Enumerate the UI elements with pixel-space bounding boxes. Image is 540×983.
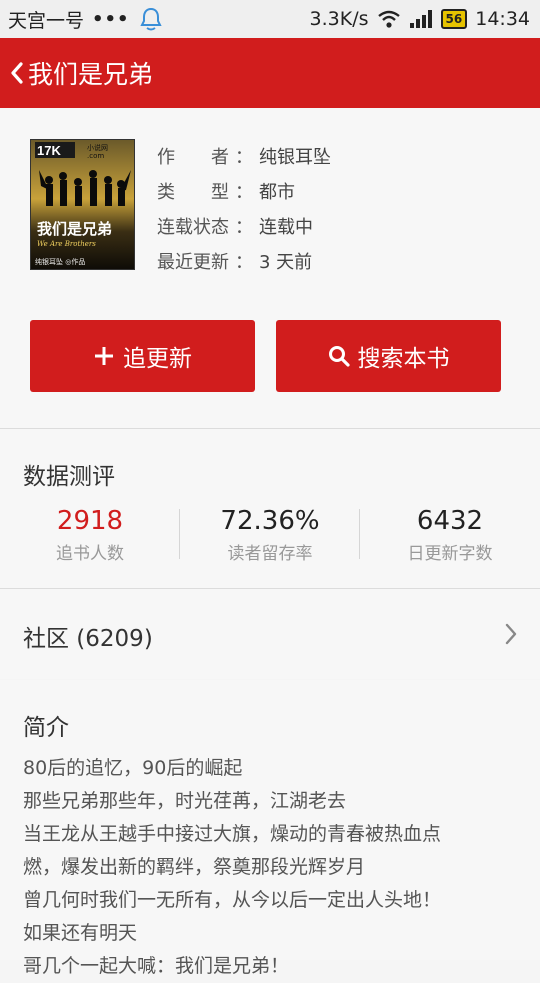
genre-row: 类 型 ： 都市 <box>157 173 331 208</box>
cover-subtitle: We Are Brothers <box>37 240 96 248</box>
notification-dots: ••• <box>92 8 130 30</box>
stat-daily-words-label: 日更新字数 <box>407 544 493 564</box>
back-arrow-icon[interactable] <box>8 59 26 87</box>
app-bar: 我们是兄弟 <box>0 38 540 108</box>
book-cover: 17K 小说网 .com 我们是兄弟 We Are Brothers 纯银耳坠 … <box>30 139 135 270</box>
carrier-name: 天宫一号 <box>8 9 85 32</box>
stat-daily-words-value: 6432 <box>416 506 484 536</box>
author-key: 作 者 <box>157 146 229 168</box>
colon: ： <box>235 146 253 168</box>
follow-updates-label: 追更新 <box>123 346 192 372</box>
stat-retention: 72.36% 读者留存率 <box>180 505 360 564</box>
stats-title: 数据测评 <box>23 464 115 490</box>
chevron-right-icon <box>505 623 517 645</box>
status-value: 连载中 <box>259 216 313 238</box>
last-update-value: 3 天前 <box>259 251 313 273</box>
intro-title: 简介 <box>23 715 69 741</box>
cover-logo-sub: 小说网 <box>87 143 108 152</box>
colon: ： <box>235 251 253 273</box>
book-meta: 作 者 ： 纯银耳坠 类 型 ： 都市 连载状态 ： 连载中 最近更新 ： 3 天前 <box>157 138 331 278</box>
intro-line: 哥几个一起大喊：我们是兄弟！ <box>23 955 290 977</box>
book-info-section: 17K 小说网 .com 我们是兄弟 We Are Brothers 纯银耳坠 … <box>0 108 540 428</box>
stat-followers-label: 追书人数 <box>56 544 124 564</box>
genre-key: 类 型 <box>157 181 229 203</box>
cover-author-tag: 纯银耳坠 ◎作品 <box>35 257 85 266</box>
status-row: 连载状态 ： 连载中 <box>157 208 331 243</box>
intro-line: 当王龙从王越手中接过大旗，燥动的青春被热血点 <box>23 823 442 845</box>
stats-section: 数据测评 2918 追书人数 72.36% 读者留存率 6432 日更新字数 <box>0 429 540 588</box>
cover-logo: 17K <box>37 143 61 158</box>
status-key: 连载状态 <box>157 216 229 238</box>
intro-line: 那些兄弟那些年，时光荏苒，江湖老去 <box>23 790 347 812</box>
search-book-button[interactable]: 搜索本书 <box>276 320 501 392</box>
wifi-icon <box>377 10 400 28</box>
intro-section: 简介 80后的追忆，90后的崛起 那些兄弟那些年，时光荏苒，江湖老去 当王龙从王… <box>0 680 540 977</box>
search-icon <box>328 346 350 367</box>
cover-title: 我们是兄弟 <box>37 220 112 238</box>
stat-retention-label: 读者留存率 <box>227 544 313 564</box>
last-update-key: 最近更新 <box>157 251 229 273</box>
colon: ： <box>235 181 253 203</box>
stat-daily-words: 6432 日更新字数 <box>360 505 540 564</box>
author-row: 作 者 ： 纯银耳坠 <box>157 138 331 173</box>
intro-line: 80后的追忆，90后的崛起 <box>23 757 243 779</box>
follow-updates-button[interactable]: 追更新 <box>30 320 255 392</box>
intro-line: 燃，爆发出新的羁绊，祭奠那段光辉岁月 <box>23 856 366 878</box>
last-update-row: 最近更新 ： 3 天前 <box>157 243 331 278</box>
clock: 14:34 <box>475 8 530 30</box>
genre-value: 都市 <box>259 181 295 203</box>
network-speed: 3.3K/s <box>309 8 369 30</box>
intro-line: 曾几何时我们一无所有，从今以后一定出人头地！ <box>23 889 442 911</box>
stat-followers: 2918 追书人数 <box>0 505 180 564</box>
battery-icon: 56 <box>440 9 468 29</box>
community-label: 社区 (6209) <box>23 626 153 652</box>
qq-notification-icon <box>139 7 162 31</box>
status-bar: 天宫一号 ••• 3.3K/s 56 14:34 <box>0 0 540 38</box>
stat-followers-value: 2918 <box>56 506 124 536</box>
search-book-label: 搜索本书 <box>357 346 450 372</box>
plus-icon <box>95 347 113 365</box>
author-value: 纯银耳坠 <box>259 146 331 168</box>
intro-line: 如果还有明天 <box>23 922 138 944</box>
community-row[interactable]: 社区 (6209) <box>0 589 540 679</box>
signal-icon <box>409 10 432 28</box>
intro-text: 80后的追忆，90后的崛起 那些兄弟那些年，时光荏苒，江湖老去 当王龙从王越手中… <box>23 752 441 983</box>
cover-logo-domain: .com <box>87 152 104 160</box>
colon: ： <box>235 216 253 238</box>
book-cover-art: 17K 小说网 .com 我们是兄弟 We Are Brothers 纯银耳坠 … <box>31 140 134 269</box>
stat-retention-value: 72.36% <box>220 506 320 536</box>
page-title: 我们是兄弟 <box>28 60 154 89</box>
